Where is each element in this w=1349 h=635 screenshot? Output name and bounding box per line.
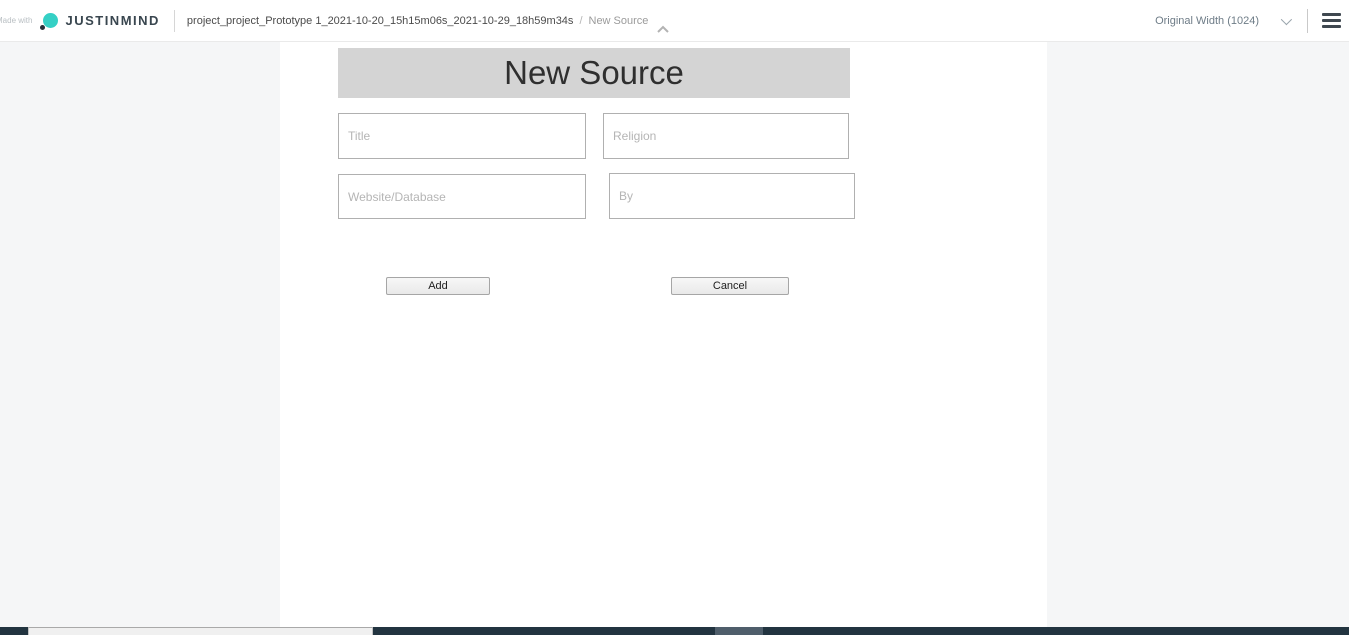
topbar: Made with JUSTINMIND project_project_Pro…	[0, 0, 1349, 42]
logo-circle	[43, 13, 58, 28]
made-with-label: Made with	[0, 16, 32, 25]
breadcrumb: project_project_Prototype 1_2021-10-20_1…	[187, 15, 649, 27]
collapse-topbar-chevron-up-icon[interactable]	[656, 25, 670, 34]
topbar-right-divider	[1307, 9, 1308, 33]
topbar-right: Original Width (1024)	[1155, 0, 1341, 41]
website-database-field[interactable]	[338, 174, 586, 219]
horizontal-scrollbar-thumb[interactable]	[28, 627, 373, 635]
by-field[interactable]	[609, 173, 855, 219]
topbar-left: Made with JUSTINMIND project_project_Pro…	[0, 0, 648, 41]
simulation-viewport: New Source Add Cancel	[0, 42, 1349, 627]
menu-hamburger-icon[interactable]	[1322, 9, 1341, 32]
width-selector-label: Original Width (1024)	[1155, 15, 1259, 27]
justinmind-logo-icon	[40, 12, 58, 30]
breadcrumb-separator: /	[579, 15, 582, 27]
chevron-down-icon	[1281, 13, 1292, 24]
justinmind-logo[interactable]: JUSTINMIND	[40, 12, 159, 30]
religion-field[interactable]	[603, 113, 849, 159]
page-title: New Source	[338, 48, 850, 98]
add-button[interactable]: Add	[386, 277, 490, 295]
bottom-scrollbar-track	[0, 627, 1349, 635]
inner-scrollbar-thumb[interactable]	[715, 627, 763, 635]
title-field[interactable]	[338, 113, 586, 159]
justinmind-wordmark: JUSTINMIND	[65, 13, 159, 28]
breadcrumb-page: New Source	[589, 15, 649, 27]
topbar-divider	[174, 10, 175, 32]
breadcrumb-project: project_project_Prototype 1_2021-10-20_1…	[187, 15, 574, 27]
prototype-canvas: New Source Add Cancel	[280, 42, 1047, 627]
cancel-button[interactable]: Cancel	[671, 277, 789, 295]
width-selector-dropdown[interactable]: Original Width (1024)	[1155, 15, 1307, 27]
